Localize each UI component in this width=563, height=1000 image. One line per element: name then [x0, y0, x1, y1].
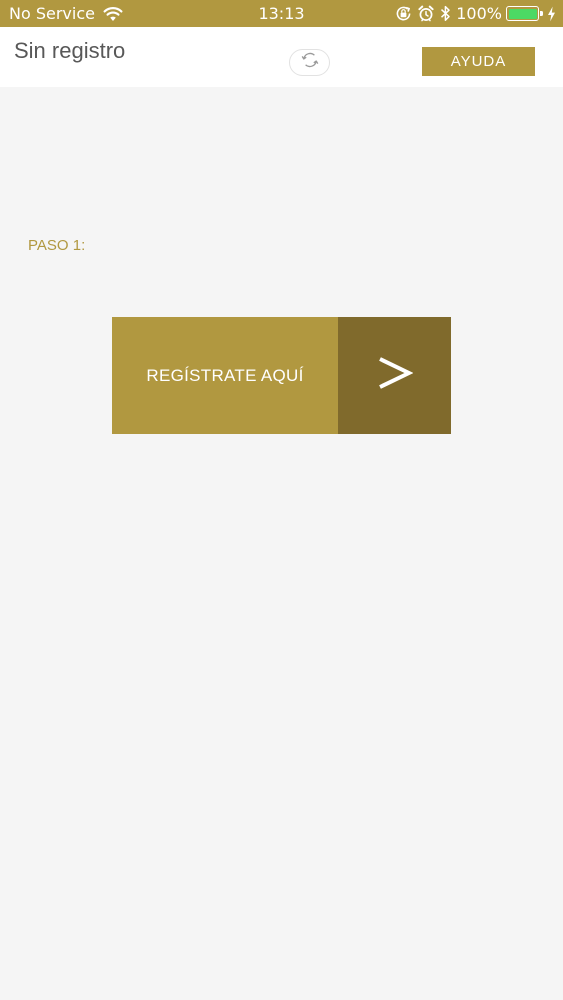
battery-percent: 100%: [456, 4, 502, 23]
charging-bolt-icon: [547, 6, 556, 22]
battery-icon: [506, 5, 543, 22]
status-bar-left: No Service: [9, 4, 123, 23]
status-bar: No Service 13:13 100%: [0, 0, 563, 27]
bluetooth-icon: [440, 5, 451, 22]
register-label-area[interactable]: REGÍSTRATE AQUÍ: [112, 317, 338, 434]
step-label: PASO 1:: [28, 237, 86, 254]
help-button[interactable]: AYUDA: [422, 47, 535, 76]
header-bar: Sin registro AYUDA: [0, 27, 563, 87]
battery-body: [506, 6, 539, 21]
alarm-icon: [418, 5, 434, 22]
chevron-right-icon: [377, 356, 414, 395]
app-screen: No Service 13:13 100% Sin registro AYUDA…: [0, 0, 563, 1000]
carrier-label: No Service: [9, 4, 95, 23]
page-title: Sin registro: [14, 38, 126, 63]
refresh-button[interactable]: [289, 49, 330, 76]
refresh-icon: [299, 51, 321, 74]
register-label: REGÍSTRATE AQUÍ: [146, 365, 304, 385]
register-button[interactable]: REGÍSTRATE AQUÍ: [112, 317, 451, 434]
battery-tip: [540, 11, 543, 16]
status-bar-right: 100%: [395, 4, 556, 23]
register-arrow-button[interactable]: [338, 317, 451, 434]
battery-fill: [508, 8, 537, 19]
wifi-icon: [103, 6, 123, 22]
rotation-lock-icon: [395, 5, 412, 22]
